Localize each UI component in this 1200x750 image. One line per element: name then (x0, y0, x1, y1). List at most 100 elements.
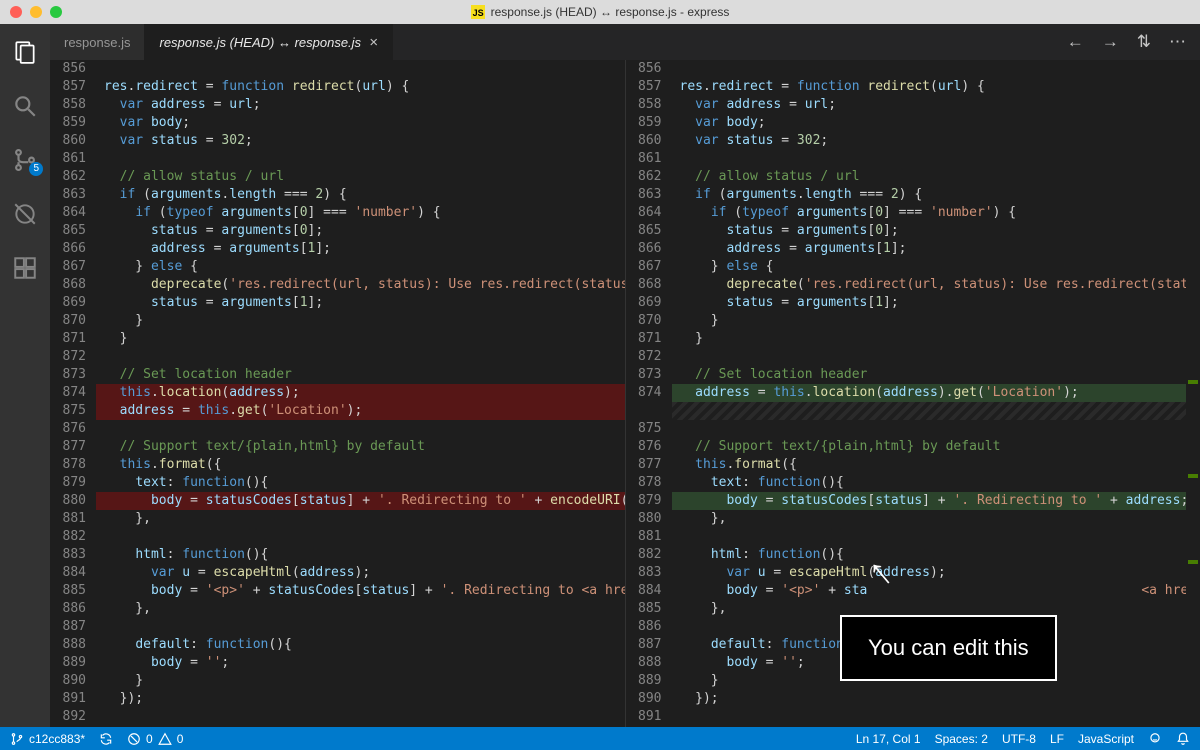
code-line[interactable]: // Respond (96, 726, 625, 727)
code-line[interactable]: // Respond (672, 726, 1200, 727)
code-line[interactable]: // Support text/{plain,html} by default (96, 438, 625, 456)
diff-editor[interactable]: 8568578588598608618628638648658668678688… (50, 60, 1200, 727)
status-feedback-icon[interactable] (1148, 732, 1162, 746)
code-line[interactable]: body = '<p>' + statusCodes[status] + '. … (96, 582, 625, 600)
code-line[interactable] (96, 150, 625, 168)
code-line[interactable] (672, 420, 1200, 438)
code-line[interactable]: body = statusCodes[status] + '. Redirect… (96, 492, 625, 510)
status-indent[interactable]: Spaces: 2 (935, 732, 988, 746)
status-notifications-icon[interactable] (1176, 732, 1190, 746)
code-line[interactable]: } (672, 330, 1200, 348)
code-line[interactable] (672, 402, 1200, 420)
nav-back-icon[interactable]: ← (1067, 32, 1084, 52)
code-line[interactable]: // Support text/{plain,html} by default (672, 438, 1200, 456)
code-line[interactable]: status = arguments[1]; (672, 294, 1200, 312)
code-line[interactable]: body = statusCodes[status] + '. Redirect… (672, 492, 1200, 510)
tab-response-js[interactable]: response.js (50, 24, 145, 60)
status-cursor[interactable]: Ln 17, Col 1 (856, 732, 921, 746)
code-line[interactable]: address = arguments[1]; (672, 240, 1200, 258)
code-line[interactable]: address = this.get('Location'); (96, 402, 625, 420)
code-line[interactable]: var address = url; (96, 96, 625, 114)
code-line[interactable]: body = '<p>' + sta <a href=' (672, 582, 1200, 600)
status-encoding[interactable]: UTF-8 (1002, 732, 1036, 746)
code-line[interactable]: }, (96, 510, 625, 528)
code-line[interactable]: status = arguments[0]; (672, 222, 1200, 240)
code-line[interactable]: status = arguments[0]; (96, 222, 625, 240)
status-language[interactable]: JavaScript (1078, 732, 1134, 746)
code-line[interactable] (96, 708, 625, 726)
nav-forward-icon[interactable]: → (1102, 32, 1119, 52)
code-line[interactable]: text: function(){ (672, 474, 1200, 492)
code-line[interactable]: var u = escapeHtml(address); (96, 564, 625, 582)
code-line[interactable] (672, 150, 1200, 168)
code-line[interactable]: deprecate('res.redirect(url, status): Us… (96, 276, 625, 294)
code-line[interactable]: } (672, 312, 1200, 330)
debug-icon[interactable] (11, 200, 39, 228)
code-line[interactable]: this.location(address); (96, 384, 625, 402)
diff-left-pane[interactable]: 8568578588598608618628638648658668678688… (50, 60, 626, 727)
code-line[interactable]: // allow status / url (672, 168, 1200, 186)
code-line[interactable] (672, 60, 1200, 78)
code-line[interactable] (96, 60, 625, 78)
code-line[interactable] (672, 348, 1200, 366)
code-line[interactable]: if (typeof arguments[0] === 'number') { (96, 204, 625, 222)
line-number: 889 (50, 654, 86, 672)
code-line[interactable]: var status = 302; (96, 132, 625, 150)
toggle-inline-diff-icon[interactable]: ⇅ (1137, 32, 1151, 52)
code-line[interactable]: address = this.location(address).get('Lo… (672, 384, 1200, 402)
code-line[interactable]: }); (672, 690, 1200, 708)
code-line[interactable]: }, (96, 600, 625, 618)
code-line[interactable]: res.redirect = function redirect(url) { (672, 78, 1200, 96)
code-line[interactable] (96, 420, 625, 438)
more-actions-icon[interactable]: ⋯ (1169, 32, 1186, 52)
close-tab-icon[interactable]: × (369, 34, 378, 51)
code-line[interactable]: } else { (672, 258, 1200, 276)
code-line[interactable]: if (arguments.length === 2) { (96, 186, 625, 204)
code-line[interactable]: } (96, 330, 625, 348)
code-line[interactable]: address = arguments[1]; (96, 240, 625, 258)
code-line[interactable]: var address = url; (672, 96, 1200, 114)
code-line[interactable]: this.format({ (672, 456, 1200, 474)
code-line[interactable]: } (96, 672, 625, 690)
status-eol[interactable]: LF (1050, 732, 1064, 746)
minimize-window-button[interactable] (30, 6, 42, 18)
source-control-icon[interactable]: 5 (11, 146, 39, 174)
code-line[interactable]: if (typeof arguments[0] === 'number') { (672, 204, 1200, 222)
code-line[interactable]: var status = 302; (672, 132, 1200, 150)
status-problems[interactable]: 0 0 (127, 732, 183, 746)
code-line[interactable]: this.format({ (96, 456, 625, 474)
code-line[interactable]: html: function(){ (672, 546, 1200, 564)
code-line[interactable] (672, 528, 1200, 546)
code-line[interactable]: res.redirect = function redirect(url) { (96, 78, 625, 96)
search-icon[interactable] (11, 92, 39, 120)
code-line[interactable]: }); (96, 690, 625, 708)
code-line[interactable] (96, 528, 625, 546)
code-line[interactable]: // Set location header (96, 366, 625, 384)
code-line[interactable]: default: function(){ (96, 636, 625, 654)
code-line[interactable]: var u = escapeHtml(address); (672, 564, 1200, 582)
overview-ruler[interactable] (1186, 60, 1200, 727)
code-line[interactable]: } (96, 312, 625, 330)
code-line[interactable]: } else { (96, 258, 625, 276)
code-line[interactable] (672, 708, 1200, 726)
code-line[interactable]: status = arguments[1]; (96, 294, 625, 312)
zoom-window-button[interactable] (50, 6, 62, 18)
tab-diff-response-js[interactable]: response.js (HEAD) ↔ response.js × (145, 24, 392, 60)
code-line[interactable]: deprecate('res.redirect(url, status): Us… (672, 276, 1200, 294)
extensions-icon[interactable] (11, 254, 39, 282)
code-line[interactable]: // Set location header (672, 366, 1200, 384)
code-line[interactable]: // allow status / url (96, 168, 625, 186)
status-git-branch[interactable]: c12cc883* (10, 732, 85, 746)
code-line[interactable]: }, (672, 510, 1200, 528)
code-line[interactable]: if (arguments.length === 2) { (672, 186, 1200, 204)
code-line[interactable]: body = ''; (96, 654, 625, 672)
close-window-button[interactable] (10, 6, 22, 18)
code-line[interactable]: html: function(){ (96, 546, 625, 564)
explorer-icon[interactable] (11, 38, 39, 66)
code-line[interactable]: var body; (672, 114, 1200, 132)
status-sync[interactable] (99, 732, 113, 746)
code-line[interactable] (96, 348, 625, 366)
code-line[interactable]: var body; (96, 114, 625, 132)
code-line[interactable] (96, 618, 625, 636)
code-line[interactable]: text: function(){ (96, 474, 625, 492)
